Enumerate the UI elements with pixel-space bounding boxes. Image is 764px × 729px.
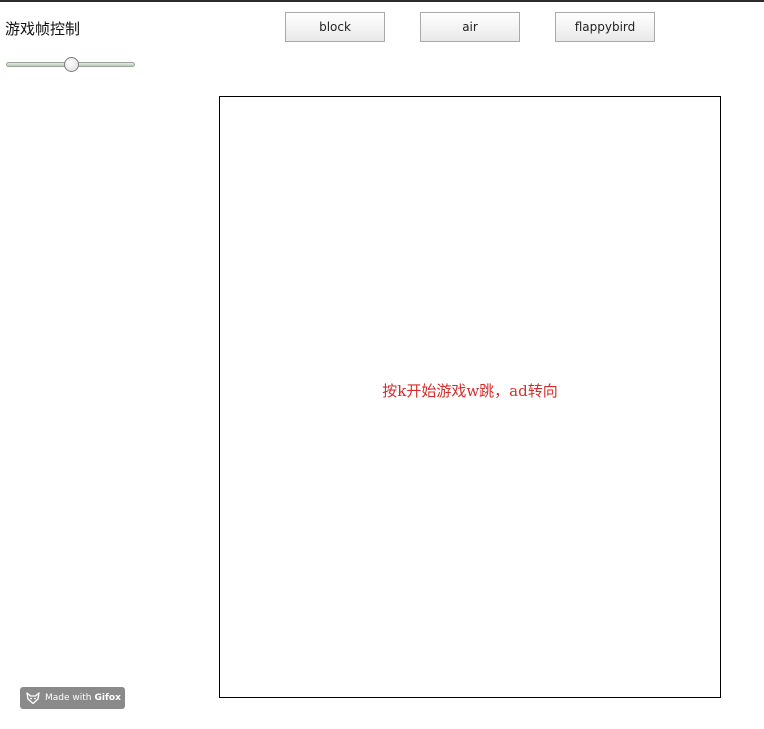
air-mode-button[interactable]: air — [420, 12, 520, 42]
fps-slider-thumb[interactable] — [64, 57, 79, 72]
game-start-hint: 按k开始游戏w跳，ad转向 — [382, 382, 558, 400]
fps-slider[interactable] — [6, 57, 135, 73]
fox-logo-icon — [26, 691, 40, 705]
watermark-brand: Gifox — [94, 693, 121, 703]
block-mode-button[interactable]: block — [285, 12, 385, 42]
watermark-prefix: Made with — [45, 693, 92, 703]
game-canvas[interactable]: 按k开始游戏w跳，ad转向 — [219, 96, 721, 698]
gifox-watermark: Made with Gifox — [20, 687, 125, 709]
fps-control-label: 游戏帧控制 — [5, 20, 81, 38]
top-border — [0, 0, 764, 2]
flappybird-mode-button[interactable]: flappybird — [555, 12, 655, 42]
